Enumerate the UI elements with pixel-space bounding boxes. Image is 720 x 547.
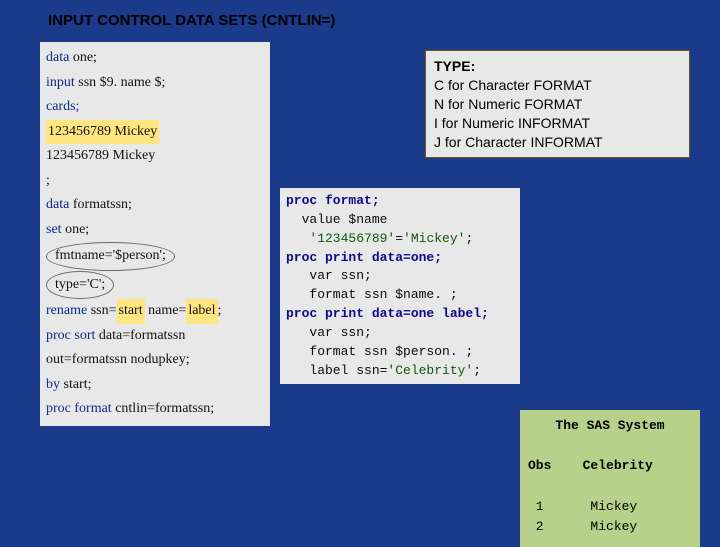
output-row: 2 Mickey — [528, 517, 692, 537]
code-text: ; — [46, 169, 264, 194]
code-text: name= — [145, 303, 187, 318]
code-text: ; — [458, 344, 474, 359]
slide-title: INPUT CONTROL DATA SETS (CNTLIN=) — [48, 12, 335, 29]
code-text: ssn $9. name $; — [75, 75, 166, 90]
code-text: data=formatssn — [95, 328, 185, 343]
code-block-middle: proc format; value $name '123456789'='Mi… — [280, 188, 520, 384]
circled-type: type='C'; — [46, 271, 114, 300]
kw-proc-print: proc print data=one; — [286, 250, 442, 265]
code-text: ssn= — [87, 303, 116, 318]
kw-rename: rename — [46, 303, 87, 318]
fmt-ref: $name. — [395, 287, 442, 302]
kw-proc-format: proc format; — [286, 193, 380, 208]
output-title: The SAS System — [528, 416, 692, 436]
kw-data: data — [46, 197, 69, 212]
code-text: = — [395, 231, 403, 246]
code-text: format ssn — [286, 287, 395, 302]
fmt-name: $name — [348, 212, 387, 227]
highlighted-data-row: 123456789 Mickey — [46, 120, 159, 145]
type-line: C for Character FORMAT — [434, 76, 681, 95]
code-text: var ssn; — [286, 267, 514, 286]
blank-row — [528, 436, 692, 456]
type-line: N for Numeric FORMAT — [434, 95, 681, 114]
hl-start: start — [117, 299, 145, 324]
kw-input: input — [46, 75, 75, 90]
type-line: I for Numeric INFORMAT — [434, 114, 681, 133]
code-text: value — [286, 212, 348, 227]
string-literal: 'Celebrity' — [387, 363, 473, 378]
code-text: cntlin=formatssn; — [112, 401, 214, 416]
code-block-left: data one; input ssn $9. name $; cards; 1… — [40, 42, 270, 426]
code-text: one; — [62, 222, 90, 237]
kw-proc-sort: proc sort — [46, 328, 95, 343]
string-literal: '123456789' — [309, 231, 395, 246]
type-legend-box: TYPE: C for Character FORMAT N for Numer… — [425, 50, 690, 158]
circled-fmtname: fmtname='$person'; — [46, 242, 175, 271]
code-text — [286, 231, 309, 246]
kw-cards: cards; — [46, 99, 79, 114]
code-text: label ssn= — [286, 363, 387, 378]
kw-proc-format: proc format — [46, 401, 112, 416]
code-text: one; — [69, 50, 97, 65]
string-literal: 'Mickey' — [403, 231, 465, 246]
kw-by: by — [46, 377, 60, 392]
code-text: ; — [465, 231, 473, 246]
output-header-row: Obs Celebrity — [528, 456, 692, 476]
code-text: format ssn — [286, 344, 395, 359]
code-text: formatssn; — [69, 197, 132, 212]
sas-output-box: The SAS System Obs Celebrity 1 Mickey 2 … — [520, 410, 700, 547]
code-text: out=formatssn nodupkey; — [46, 348, 264, 373]
kw-set: set — [46, 222, 62, 237]
type-heading: TYPE: — [434, 57, 681, 76]
code-text: ; — [218, 303, 222, 318]
data-row: 123456789 Mickey — [46, 144, 264, 169]
output-row: 1 Mickey — [528, 497, 692, 517]
blank-row — [528, 476, 692, 496]
type-line: J for Character INFORMAT — [434, 133, 681, 152]
code-text: ; — [442, 287, 458, 302]
code-text: var ssn; — [286, 324, 514, 343]
code-text: ; — [473, 363, 481, 378]
code-text: start; — [60, 377, 92, 392]
kw-proc-print: proc print data=one label; — [286, 306, 489, 321]
kw-data: data — [46, 50, 69, 65]
hl-label: label — [186, 299, 217, 324]
fmt-ref: $person. — [395, 344, 457, 359]
